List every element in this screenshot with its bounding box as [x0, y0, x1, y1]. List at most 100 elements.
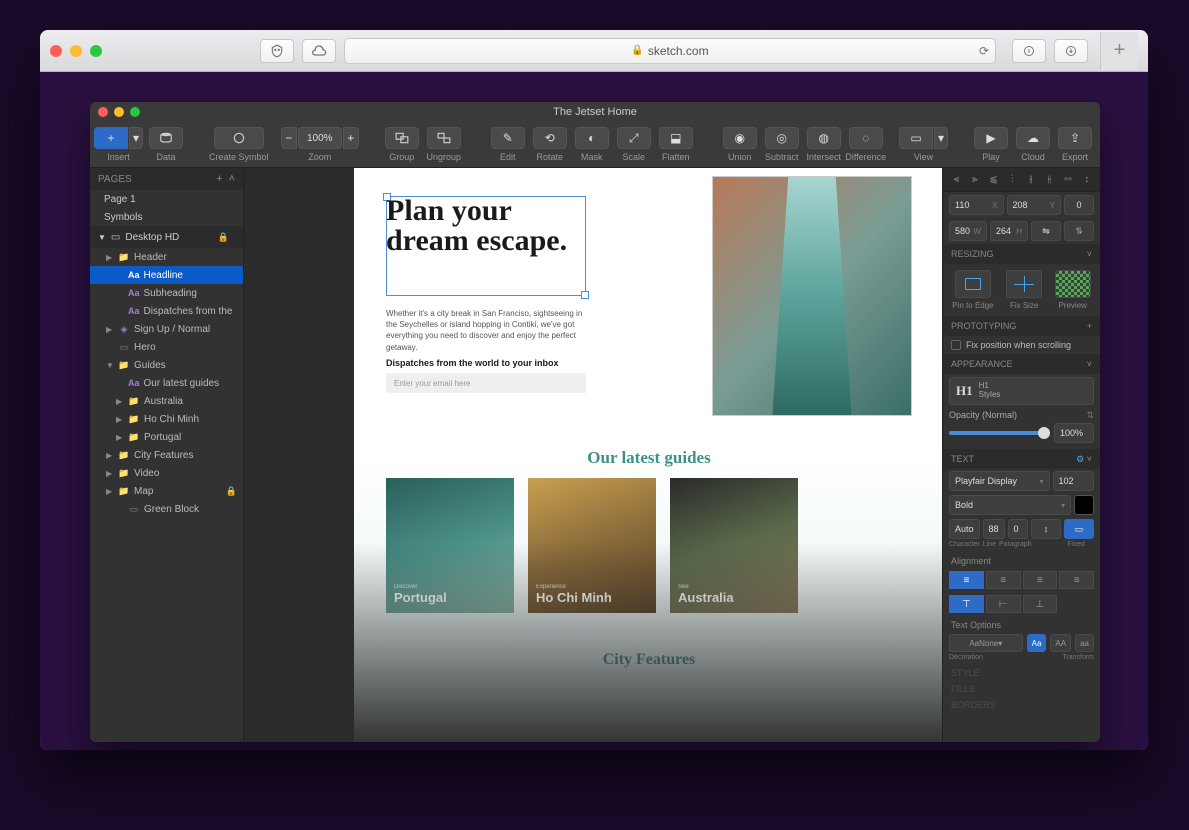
- align-hcenter-icon[interactable]: ⫸: [967, 172, 982, 187]
- layer-portugal[interactable]: ▶📁Portugal: [90, 428, 243, 446]
- align-top-icon[interactable]: ⫶: [1005, 172, 1020, 187]
- opacity-slider[interactable]: [949, 431, 1050, 435]
- zoom-tool[interactable]: − 100% + Zoom: [281, 127, 359, 162]
- valign-top-button[interactable]: ⊤: [949, 595, 984, 613]
- scale-tool[interactable]: ⤢Scale: [613, 127, 655, 162]
- fills-section[interactable]: Fills: [943, 681, 1100, 697]
- new-tab-button[interactable]: +: [1100, 32, 1138, 70]
- flip-h-icon[interactable]: ⇋: [1031, 221, 1061, 241]
- align-left-button[interactable]: ≡: [949, 571, 984, 589]
- layer-map[interactable]: ▶📁Map🔒: [90, 482, 243, 500]
- lock-icon[interactable]: 🔒: [226, 486, 237, 497]
- rotate-tool[interactable]: ⟲Rotate: [529, 127, 571, 162]
- layer-guides[interactable]: ▼📁Guides: [90, 356, 243, 374]
- cloud-tool[interactable]: ☁Cloud: [1012, 127, 1054, 162]
- edit-tool[interactable]: ✎Edit: [487, 127, 529, 162]
- close-window-icon[interactable]: [50, 45, 62, 57]
- gear-icon[interactable]: ⚙: [1076, 454, 1084, 464]
- data-tool[interactable]: Data: [145, 127, 187, 162]
- add-icon[interactable]: +: [1087, 321, 1092, 331]
- layer-our-latest[interactable]: AaOur latest guides: [90, 374, 243, 392]
- reader-button[interactable]: [1012, 39, 1046, 63]
- subheading-text[interactable]: Whether it's a city break in San Francis…: [386, 308, 586, 353]
- union-tool[interactable]: ◉Union: [719, 127, 761, 162]
- guides-title[interactable]: Our latest guides: [354, 448, 942, 468]
- export-tool[interactable]: ⇪Export: [1054, 127, 1096, 162]
- artboard[interactable]: Plan your dream escape. Whether it's a c…: [354, 168, 942, 742]
- flip-v-icon[interactable]: ⥮: [1064, 221, 1094, 241]
- align-center-button[interactable]: ≡: [986, 571, 1021, 589]
- layer-headline[interactable]: AaHeadline: [90, 266, 243, 284]
- appearance-header[interactable]: APPEARANCE˅: [943, 354, 1100, 374]
- reload-icon[interactable]: ⟳: [979, 44, 989, 58]
- address-bar[interactable]: 🔒 sketch.com ⟳: [344, 38, 996, 64]
- zoom-window-icon[interactable]: [90, 45, 102, 57]
- layer-signup[interactable]: ▶◈Sign Up / Normal: [90, 320, 243, 338]
- city-features-title[interactable]: City Features: [354, 651, 942, 669]
- line-spacing[interactable]: 0: [1008, 519, 1028, 539]
- layer-header[interactable]: ▶📁Header: [90, 248, 243, 266]
- minimize-window-icon[interactable]: [70, 45, 82, 57]
- guide-card-australia[interactable]: SeeAustralia: [670, 478, 798, 613]
- layer-video[interactable]: ▶📁Video: [90, 464, 243, 482]
- font-weight-field[interactable]: Bold▾: [949, 495, 1071, 515]
- resizing-header[interactable]: RESIZING˅: [943, 244, 1100, 264]
- transform-lower[interactable]: aa: [1075, 634, 1094, 652]
- dispatch-label[interactable]: Dispatches from the world to your inbox: [386, 358, 559, 368]
- view-tool[interactable]: ▭▾View: [899, 127, 948, 162]
- align-vcenter-icon[interactable]: ⫲: [1023, 172, 1038, 187]
- distribute-h-icon[interactable]: ⇿: [1061, 172, 1076, 187]
- text-header[interactable]: TEXT⚙ ˅: [943, 449, 1100, 469]
- text-style-select[interactable]: H1H1Styles: [949, 377, 1094, 405]
- pin-to-edge-button[interactable]: [955, 270, 991, 298]
- height-field[interactable]: 264H: [990, 221, 1028, 241]
- char-auto[interactable]: Auto: [949, 519, 980, 539]
- align-right-button[interactable]: ≡: [1023, 571, 1058, 589]
- create-symbol-tool[interactable]: Create Symbol: [209, 127, 269, 162]
- valign-middle-button[interactable]: ⊢: [986, 595, 1021, 613]
- decoration-select[interactable]: Aa None ▾: [949, 634, 1023, 652]
- text-color-swatch[interactable]: [1074, 495, 1094, 515]
- distribute-v-icon[interactable]: ↕: [1079, 172, 1094, 187]
- mask-tool[interactable]: ◐Mask: [571, 127, 613, 162]
- layer-australia[interactable]: ▶📁Australia: [90, 392, 243, 410]
- icloud-tabs-button[interactable]: [302, 39, 336, 63]
- difference-tool[interactable]: ◌Difference: [845, 127, 887, 162]
- fix-scroll-checkbox[interactable]: Fix position when scrolling: [943, 336, 1100, 354]
- subtract-tool[interactable]: ◎Subtract: [761, 127, 803, 162]
- page-item[interactable]: Page 1: [90, 190, 243, 208]
- style-section[interactable]: STYLE: [943, 665, 1100, 681]
- prototyping-header[interactable]: PROTOTYPING+: [943, 316, 1100, 336]
- canvas[interactable]: Plan your dream escape. Whether it's a c…: [244, 168, 942, 742]
- font-size-field[interactable]: 102: [1053, 471, 1095, 491]
- fix-size-button[interactable]: [1006, 270, 1042, 298]
- align-left-icon[interactable]: ⫷: [949, 172, 964, 187]
- layer-green-block[interactable]: ▭Green Block: [90, 500, 243, 518]
- x-field[interactable]: 110X: [949, 195, 1004, 215]
- layer-city-features[interactable]: ▶📁City Features: [90, 446, 243, 464]
- align-justify-button[interactable]: ≡: [1059, 571, 1094, 589]
- insert-tool[interactable]: +▾ Insert: [94, 127, 143, 162]
- char-spacing[interactable]: 88: [983, 519, 1005, 539]
- collapse-pages-icon[interactable]: ˄: [229, 173, 235, 185]
- layer-hero[interactable]: ▭Hero: [90, 338, 243, 356]
- transform-caps[interactable]: AA: [1050, 634, 1071, 652]
- transform-aa[interactable]: Aa: [1027, 634, 1047, 652]
- lock-icon[interactable]: 🔒: [218, 232, 229, 243]
- width-field[interactable]: 580W: [949, 221, 987, 241]
- rotation-field[interactable]: 0: [1064, 195, 1094, 215]
- para-icon[interactable]: ↕: [1031, 519, 1061, 539]
- add-page-icon[interactable]: +: [216, 173, 222, 185]
- flatten-tool[interactable]: ⬓Flatten: [655, 127, 697, 162]
- align-bottom-icon[interactable]: ⫳: [1042, 172, 1057, 187]
- layer-hochiminh[interactable]: ▶📁Ho Chi Minh: [90, 410, 243, 428]
- privacy-report-button[interactable]: [260, 39, 294, 63]
- fixed-toggle[interactable]: ▭: [1064, 519, 1094, 539]
- layer-dispatches[interactable]: AaDispatches from the: [90, 302, 243, 320]
- borders-section[interactable]: Borders: [943, 697, 1100, 713]
- artboard-header[interactable]: ▼▭Desktop HD 🔒: [90, 226, 243, 248]
- layer-subheading[interactable]: AaSubheading: [90, 284, 243, 302]
- align-right-icon[interactable]: ⫹: [986, 172, 1001, 187]
- ungroup-tool[interactable]: Ungroup: [423, 127, 465, 162]
- downloads-button[interactable]: [1054, 39, 1088, 63]
